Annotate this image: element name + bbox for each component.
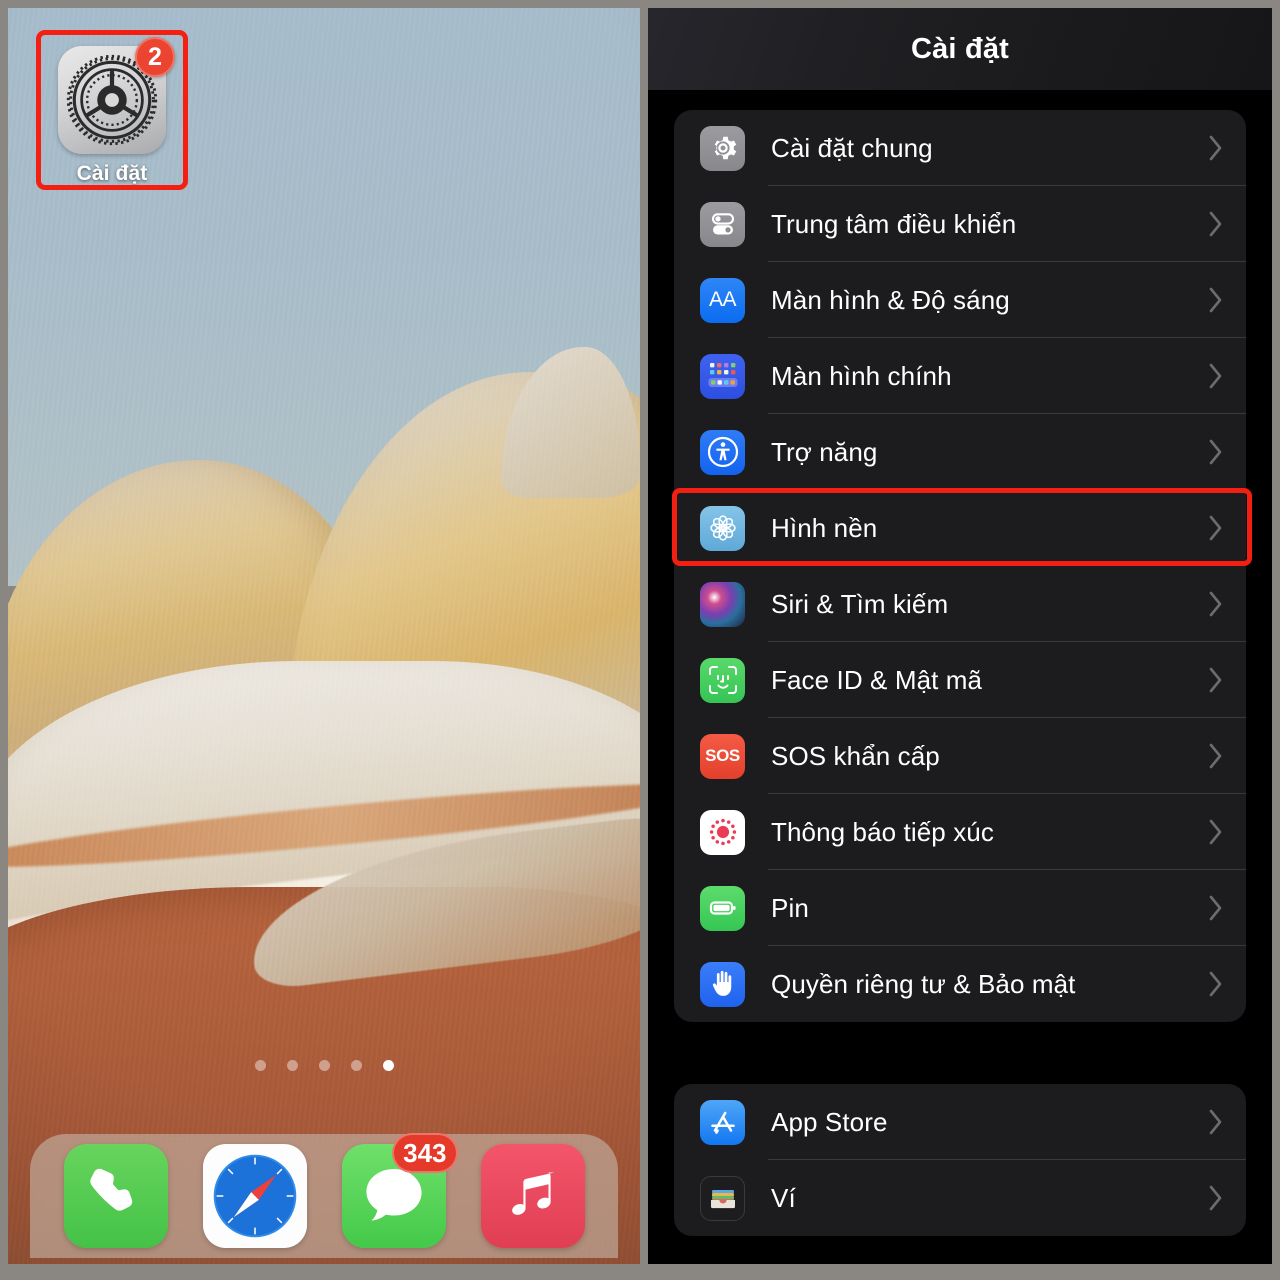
- compass-icon: [213, 1154, 296, 1238]
- sidebar-item-label: Face ID & Mật mã: [771, 664, 983, 695]
- wallpaper: [8, 8, 640, 1264]
- dock-item-phone[interactable]: [63, 1144, 168, 1248]
- sidebar-item-accessibility[interactable]: Trợ năng: [674, 414, 1246, 490]
- chevron-right-icon: [1208, 210, 1224, 238]
- page-title: Cài đặt: [910, 32, 1010, 65]
- chevron-right-icon: [1208, 514, 1224, 542]
- sidebar-item-label: Hình nền: [771, 512, 878, 543]
- sidebar-item-label: Màn hình & Độ sáng: [771, 284, 1010, 315]
- settings-navbar: Cài đặt: [648, 8, 1272, 90]
- wallet-icon: [700, 1175, 745, 1221]
- app-store-icon: [700, 1099, 745, 1145]
- settings-list[interactable]: Cài đặt chung Trung tâm điều khiển AA Mà…: [648, 90, 1272, 1236]
- dock-badge-messages: 343: [392, 1133, 458, 1173]
- chevron-right-icon: [1208, 590, 1224, 618]
- music-note-icon: [511, 1172, 554, 1215]
- dock-item-messages[interactable]: 343: [341, 1133, 458, 1248]
- sidebar-item-label: Trung tâm điều khiển: [771, 208, 1017, 239]
- app-grid-icon: [700, 353, 745, 399]
- flower-icon: [700, 505, 745, 551]
- settings-group-stores: App Store Ví: [674, 1084, 1246, 1236]
- sidebar-item-label: Ví: [771, 1182, 796, 1213]
- settings-panel: Cài đặt Cài đặt chung Trung tâm điều khi…: [648, 8, 1272, 1264]
- sidebar-item-emergency-sos[interactable]: SOS SOS khẩn cấp: [674, 718, 1246, 794]
- app-badge-count: 2: [135, 37, 175, 77]
- face-id-icon: [700, 657, 745, 703]
- chevron-right-icon: [1208, 1108, 1224, 1136]
- dock-item-safari[interactable]: [202, 1144, 307, 1248]
- exposure-dot-icon: [700, 809, 745, 855]
- sidebar-item-face-id-passcode[interactable]: Face ID & Mật mã: [674, 642, 1246, 718]
- screenshot-root: 2 Cài đặt 343 Cài đặt Cài đặt chung Trun…: [0, 0, 1280, 1280]
- chevron-right-icon: [1208, 894, 1224, 922]
- page-dots[interactable]: [8, 1060, 640, 1071]
- sidebar-item-battery[interactable]: Pin: [674, 870, 1246, 946]
- sidebar-item-label: Pin: [771, 892, 809, 923]
- home-app-settings[interactable]: 2 Cài đặt: [52, 37, 175, 186]
- sidebar-item-siri-search[interactable]: Siri & Tìm kiếm: [674, 566, 1246, 642]
- sidebar-item-general[interactable]: Cài đặt chung: [674, 110, 1246, 186]
- sidebar-item-label: App Store: [771, 1106, 888, 1137]
- page-dot: [318, 1060, 330, 1071]
- sidebar-item-privacy-security[interactable]: Quyền riêng tư & Bảo mật: [674, 946, 1246, 1022]
- phone-icon: [89, 1168, 132, 1211]
- page-dot: [350, 1060, 362, 1071]
- sidebar-item-wallpaper[interactable]: Hình nền: [674, 490, 1246, 566]
- accessibility-icon: [700, 429, 745, 475]
- sidebar-item-label: Màn hình chính: [771, 360, 952, 391]
- sidebar-item-exposure-notifications[interactable]: Thông báo tiếp xúc: [674, 794, 1246, 870]
- dock: 343: [30, 1133, 618, 1258]
- sidebar-item-display-brightness[interactable]: AA Màn hình & Độ sáng: [674, 262, 1246, 338]
- home-app-label: Cài đặt: [76, 162, 148, 185]
- chevron-right-icon: [1208, 286, 1224, 314]
- chevron-right-icon: [1208, 362, 1224, 390]
- sos-icon: SOS: [700, 733, 745, 779]
- sidebar-item-wallet[interactable]: Ví: [674, 1160, 1246, 1236]
- battery-icon: [700, 885, 745, 931]
- sidebar-item-app-store[interactable]: App Store: [674, 1084, 1246, 1160]
- gear-icon: [700, 125, 745, 171]
- aa-text-size-icon: AA: [700, 277, 745, 323]
- siri-orb-icon: [700, 581, 745, 627]
- chevron-right-icon: [1208, 818, 1224, 846]
- chevron-right-icon: [1208, 666, 1224, 694]
- hand-icon: [700, 961, 745, 1007]
- chevron-right-icon: [1208, 438, 1224, 466]
- chevron-right-icon: [1208, 1184, 1224, 1212]
- chevron-right-icon: [1208, 134, 1224, 162]
- sidebar-item-home-screen[interactable]: Màn hình chính: [674, 338, 1246, 414]
- home-screen-panel: 2 Cài đặt 343: [8, 8, 640, 1264]
- sidebar-item-control-center[interactable]: Trung tâm điều khiển: [674, 186, 1246, 262]
- dock-item-music[interactable]: [480, 1144, 585, 1248]
- page-dot: [286, 1060, 298, 1071]
- toggles-icon: [700, 201, 745, 247]
- sidebar-item-label: Trợ năng: [771, 436, 878, 467]
- chevron-right-icon: [1208, 970, 1224, 998]
- chevron-right-icon: [1208, 742, 1224, 770]
- sidebar-item-label: Quyền riêng tư & Bảo mật: [771, 968, 1076, 999]
- sidebar-item-label: Thông báo tiếp xúc: [771, 816, 994, 847]
- sidebar-item-label: Cài đặt chung: [771, 132, 933, 163]
- settings-group-system: Cài đặt chung Trung tâm điều khiển AA Mà…: [674, 110, 1246, 1022]
- sidebar-item-label: Siri & Tìm kiếm: [771, 588, 949, 619]
- page-dot: [254, 1060, 266, 1071]
- sidebar-item-label: SOS khẩn cấp: [771, 740, 940, 771]
- page-dot-active: [382, 1060, 394, 1071]
